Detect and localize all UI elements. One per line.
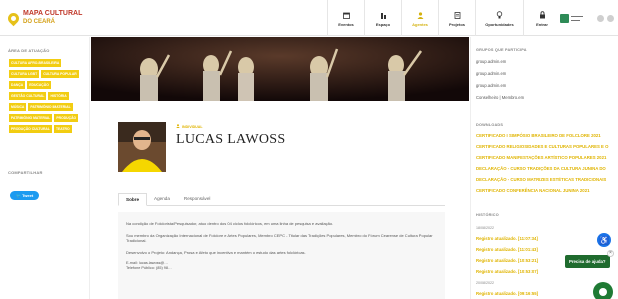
about-paragraph: Sou membro da Organização Internacional …: [126, 232, 433, 244]
area-tag[interactable]: CULTURA AFRO-BRASILEIRA: [9, 59, 62, 67]
history-entry[interactable]: Registro atualizado. [09:16:55]: [476, 291, 538, 296]
accessibility-button[interactable]: ♿: [597, 233, 611, 247]
map-pin-icon: [5, 10, 22, 26]
share-title: COMPARTILHAR: [8, 170, 43, 175]
nav-entrar[interactable]: Entrar: [523, 0, 560, 36]
help-bubble[interactable]: Precisa de ajuda?: [565, 255, 610, 268]
contact-phone: Telefone Público: (85) 98…: [126, 266, 172, 270]
profile-category: INDIVIDUAL: [176, 124, 203, 129]
chat-icon: [599, 288, 607, 296]
area-tag[interactable]: CULTURA LGBT: [9, 70, 40, 78]
tab-sobre[interactable]: Sobre: [118, 193, 148, 206]
area-tag[interactable]: CULTURA POPULAR: [41, 70, 79, 78]
about-paragraph: Desenvolvo o Projeto: Andança, Prosa e A…: [126, 249, 306, 255]
lock-icon: [539, 10, 546, 19]
group-item: group.admin.em: [476, 59, 507, 64]
download-link[interactable]: CERTIFICADO MANIFESTAÇÕES ARTÍSTICO POPU…: [476, 155, 606, 160]
nav-projetos[interactable]: Projetos: [438, 0, 475, 36]
state-emblem-icon: [560, 13, 569, 23]
person-icon: [417, 10, 424, 19]
nav-espaco[interactable]: Espaço: [364, 0, 401, 36]
area-tag[interactable]: MÚSICA: [9, 103, 27, 111]
about-paragraph: Na condição de Folclorista/Pesquisador, …: [126, 221, 334, 226]
site-logo[interactable]: MAPA CULTURAL DO CEARÁ: [5, 10, 83, 26]
chat-button[interactable]: [593, 282, 613, 299]
group-item: group.admin.em: [476, 83, 507, 88]
logo-line-1: MAPA CULTURAL: [23, 10, 83, 17]
history-entry[interactable]: Registro atualizado. [11:01:43]: [476, 247, 538, 252]
area-tag[interactable]: PATRIMÔNIO MATERIAL: [9, 114, 53, 122]
tweet-button[interactable]: 🐦 Tweet: [10, 191, 40, 200]
profile-name: LUCAS LAWOSS: [176, 132, 286, 147]
area-tag[interactable]: GESTÃO CULTURAL: [9, 92, 47, 100]
person-icon: [176, 124, 180, 129]
accessibility-icon[interactable]: [597, 14, 604, 22]
profile-avatar: [118, 122, 166, 172]
left-sidebar: ÁREA DE ATUAÇÃO CULTURA AFRO-BRASILEIRA …: [0, 37, 90, 299]
history-date: 20/08/2022: [476, 281, 494, 285]
history-title: HISTÓRICO: [476, 213, 499, 217]
calendar-icon: [342, 10, 350, 19]
area-title: ÁREA DE ATUAÇÃO: [8, 48, 50, 53]
download-link[interactable]: DECLARAÇÃO - CURSO TRADIÇÕES DA CULTURA …: [476, 166, 606, 171]
tab-responsavel[interactable]: Responsável: [177, 193, 218, 206]
history-entry[interactable]: Registro atualizado. [10:53:21]: [476, 258, 538, 263]
history-date: 18/08/2022: [476, 226, 494, 230]
download-link[interactable]: CERTIFICADO I SIMPÓSIO BRASILEIRO DE FOL…: [476, 133, 601, 138]
area-tag[interactable]: PRODUÇÃO: [54, 114, 79, 122]
area-tag[interactable]: TEATRO: [53, 125, 72, 133]
accessibility-person-icon: ♿: [599, 235, 609, 245]
main-nav: Eventos Espaço Agentes Projetos Oportuni…: [327, 0, 560, 36]
building-icon: [380, 10, 387, 19]
groups-title: GRUPOS QUE PARTICIPA: [476, 48, 527, 52]
area-tag[interactable]: PRODUÇÃO CULTURAL: [9, 125, 52, 133]
area-tag[interactable]: HISTÓRIA: [48, 92, 69, 100]
document-icon: [454, 10, 461, 19]
download-link[interactable]: DECLARAÇÃO - CURSO MATRIZES ESTÉTICAS TR…: [476, 177, 606, 182]
contrast-icon[interactable]: [607, 14, 614, 22]
performers-photo: [91, 37, 469, 101]
twitter-icon: 🐦: [16, 193, 21, 198]
group-item: Conselheiro | Membro.em: [476, 95, 525, 100]
top-header: MAPA CULTURAL DO CEARÁ Eventos Espaço Ag…: [0, 0, 618, 36]
group-item: group.admin.em: [476, 71, 507, 76]
cover-image: [91, 37, 469, 101]
tab-agenda[interactable]: Agenda: [147, 193, 177, 206]
area-tag[interactable]: PATRIMÔNIO IMATERIAL: [28, 103, 73, 111]
lightbulb-icon: [496, 10, 503, 19]
logo-line-2: DO CEARÁ: [23, 19, 56, 25]
nav-oportunidades[interactable]: Oportunidades: [475, 0, 523, 36]
nav-eventos[interactable]: Eventos: [327, 0, 364, 36]
download-link[interactable]: CERTIFICADO RELIGIOSIDADES E CULTURAS PO…: [476, 144, 608, 149]
download-link[interactable]: CERTIFICADO CONFERÊNCIA NACIONAL JUNINA …: [476, 188, 589, 193]
government-logo[interactable]: ▬▬▬▬ ▬▬▬: [560, 11, 594, 25]
history-entry[interactable]: Registro atualizado. [11:07:34]: [476, 236, 538, 241]
area-tag[interactable]: EDUCAÇÃO: [27, 81, 51, 89]
area-tags: CULTURA AFRO-BRASILEIRA CULTURA LGBT CUL…: [9, 59, 87, 133]
about-section: Na condição de Folclorista/Pesquisador, …: [118, 212, 445, 299]
nav-agentes[interactable]: Agentes: [401, 0, 438, 36]
downloads-title: DOWNLOADS: [476, 123, 504, 127]
history-entry[interactable]: Registro atualizado. [10:53:07]: [476, 269, 538, 274]
area-tag[interactable]: DANÇA: [9, 81, 26, 89]
profile-tabs: Sobre Agenda Responsável: [118, 193, 445, 206]
close-icon[interactable]: ×: [607, 250, 614, 257]
